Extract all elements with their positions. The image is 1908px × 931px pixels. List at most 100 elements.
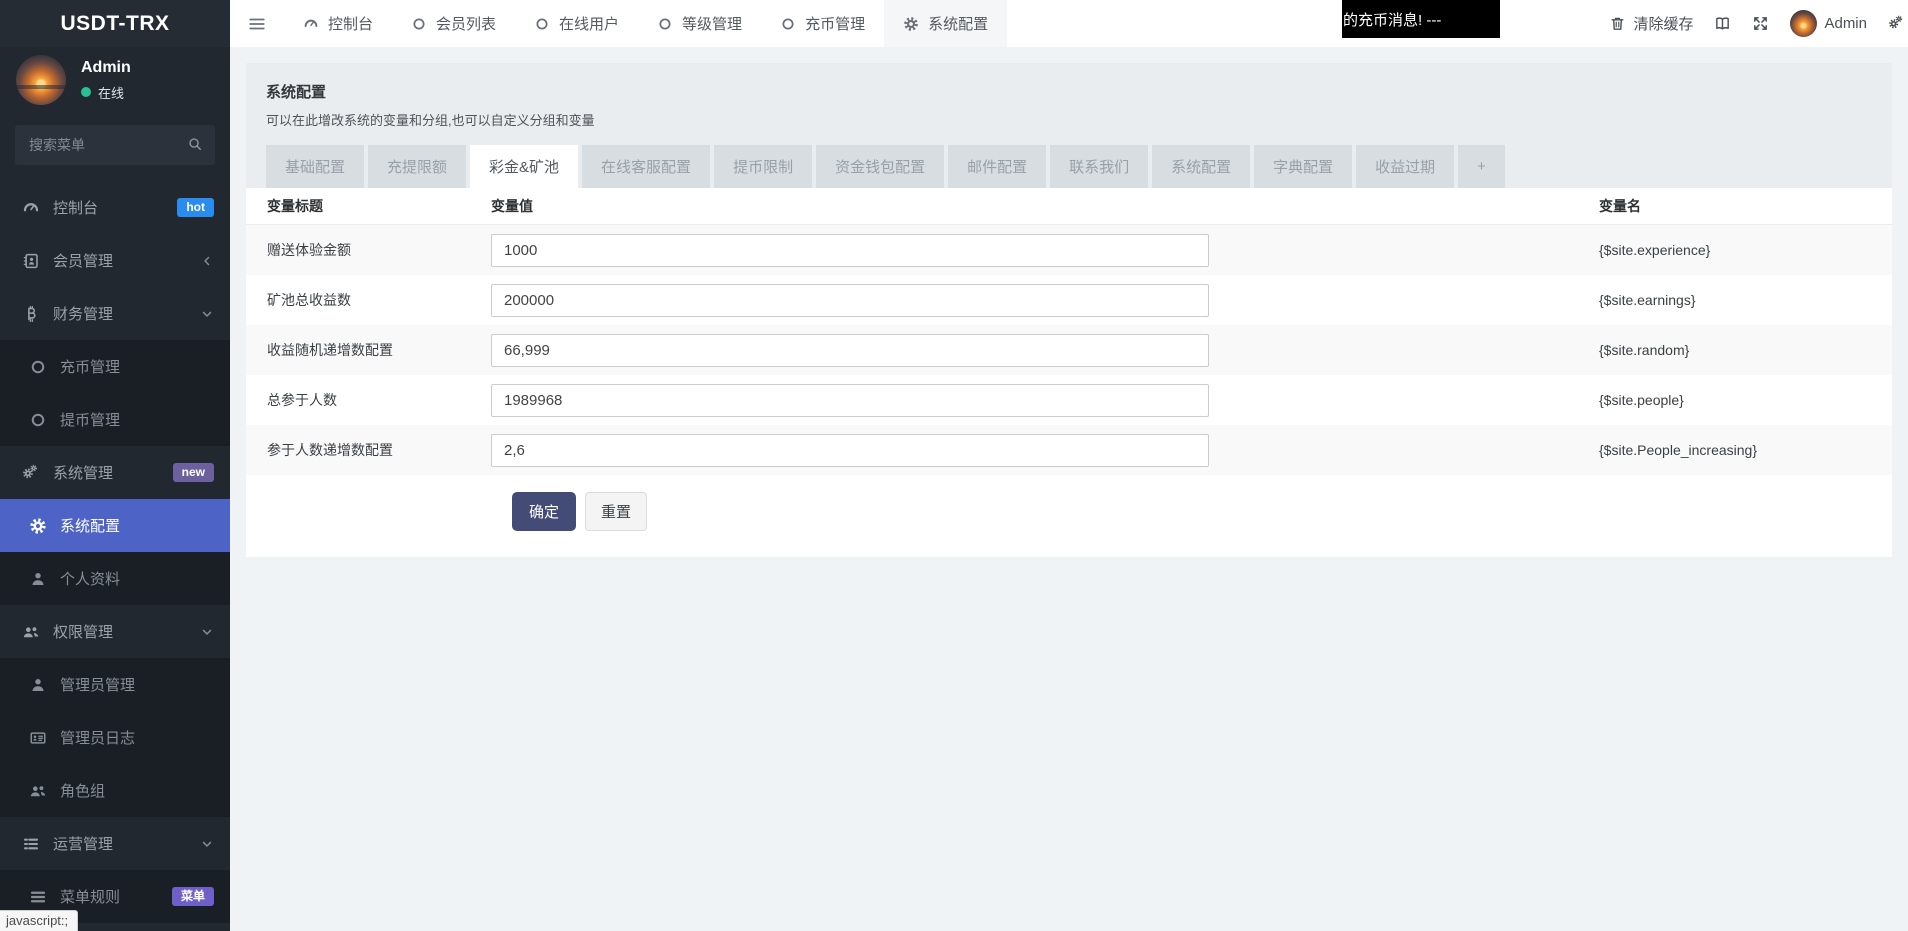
sidebar-item-admin-management[interactable]: 管理员管理 [0, 658, 230, 711]
page-content: 系统配置 可以在此增改系统的变量和分组,也可以自定义分组和变量 基础配置充提限额… [230, 47, 1908, 573]
config-tab[interactable]: 提币限制 [714, 145, 812, 188]
sidebar-item-deposit-management[interactable]: 充币管理 [0, 340, 230, 393]
sidebar-item-label: 控制台 [53, 197, 98, 218]
user-icon [29, 676, 47, 694]
config-tab[interactable]: 邮件配置 [948, 145, 1046, 188]
nav-tab-level-management[interactable]: 等级管理 [638, 0, 761, 47]
nav-tab-member-list[interactable]: 会员列表 [392, 0, 515, 47]
user-name: Admin [81, 59, 131, 77]
trash-icon [1609, 15, 1626, 32]
add-tab-button[interactable]: + [1458, 145, 1505, 188]
sidebar-item-withdraw-management[interactable]: 提币管理 [0, 393, 230, 446]
bars-icon [29, 888, 47, 906]
sidebar-item-dashboard[interactable]: 控制台 hot [0, 181, 230, 234]
nav-tab-label: 等级管理 [682, 13, 742, 34]
hamburger-icon [248, 15, 266, 33]
sidebar-item-label: 运营管理 [53, 833, 113, 854]
circle-icon [411, 16, 427, 32]
language-icon [1714, 15, 1731, 32]
search-input[interactable] [15, 125, 215, 165]
variable-name: {$site.experience} [1599, 242, 1892, 258]
chevron-down-icon [200, 837, 214, 851]
config-tab[interactable]: 彩金&矿池 [470, 145, 578, 188]
column-header: 变量标题 [246, 196, 491, 216]
config-tab[interactable]: 系统配置 [1152, 145, 1250, 188]
table-row: 总参于人数{$site.people} [246, 375, 1892, 425]
gear-icon [903, 16, 919, 32]
notification-ticker[interactable]: 的充币消息! --- [1342, 0, 1500, 38]
nav-tab-deposit-management[interactable]: 充币管理 [761, 0, 884, 47]
config-tab[interactable]: 资金钱包配置 [816, 145, 944, 188]
app-root: USDT-TRX Admin 在线 控制台hot会员管理财务管理充币管理提币管理… [0, 0, 1908, 931]
nav-tab-online-users[interactable]: 在线用户 [515, 0, 638, 47]
sidebar-item-label: 角色组 [60, 780, 105, 801]
config-tab[interactable]: 字典配置 [1254, 145, 1352, 188]
status-badge: new [173, 463, 214, 482]
submit-button[interactable]: 确定 [512, 492, 576, 531]
variable-value-input[interactable] [491, 334, 1209, 367]
users-icon [29, 782, 47, 800]
variable-value-input[interactable] [491, 284, 1209, 317]
fullscreen-button[interactable] [1752, 15, 1769, 32]
sidebar-toggle-button[interactable] [230, 0, 284, 47]
variable-title: 收益随机递增数配置 [246, 340, 491, 360]
sidebar-item-role-group[interactable]: 角色组 [0, 764, 230, 817]
reset-button[interactable]: 重置 [585, 492, 647, 531]
variable-name: {$site.people} [1599, 392, 1892, 408]
sidebar-item-admin-log[interactable]: 管理员日志 [0, 711, 230, 764]
status-badge: hot [177, 198, 214, 217]
users-icon [22, 623, 40, 641]
nav-tab-label: 会员列表 [436, 13, 496, 34]
settings-button[interactable] [1888, 15, 1905, 32]
user-icon [29, 570, 47, 588]
config-tab[interactable]: 联系我们 [1050, 145, 1148, 188]
sidebar-item-label: 充币管理 [60, 356, 120, 377]
sidebar-item-system-config[interactable]: 系统配置 [0, 499, 230, 552]
sidebar-item-member-management[interactable]: 会员管理 [0, 234, 230, 287]
fullscreen-icon [1752, 15, 1769, 32]
chevron-down-icon [200, 307, 214, 321]
user-status: 在线 [81, 83, 131, 102]
avatar[interactable] [16, 55, 66, 105]
config-tab[interactable]: 收益过期 [1356, 145, 1454, 188]
circle-icon [29, 411, 47, 429]
nav-tab-dashboard[interactable]: 控制台 [284, 0, 392, 47]
sidebar-menu: 控制台 hot 会员管理财务管理充币管理提币管理系统管理new 系统配置个人资料权限管… [0, 181, 230, 923]
gears-icon [22, 464, 40, 482]
page-subtitle: 可以在此增改系统的变量和分组,也可以自定义分组和变量 [266, 110, 1872, 129]
profile-menu[interactable]: Admin [1790, 10, 1867, 37]
search-icon [187, 136, 203, 152]
sidebar-item-operation-management[interactable]: 运营管理 [0, 817, 230, 870]
table-row: 矿池总收益数{$site.earnings} [246, 275, 1892, 325]
page-title: 系统配置 [266, 81, 1872, 102]
sidebar-item-label: 管理员管理 [60, 674, 135, 695]
language-button[interactable] [1714, 15, 1731, 32]
config-tabs: 基础配置充提限额彩金&矿池在线客服配置提币限制资金钱包配置邮件配置联系我们系统配… [266, 145, 1872, 188]
clear-cache-button[interactable]: 清除缓存 [1609, 13, 1693, 34]
gears-icon [1888, 15, 1905, 32]
clear-cache-label: 清除缓存 [1633, 13, 1693, 34]
circle-icon [29, 358, 47, 376]
nav-tab-label: 充币管理 [805, 13, 865, 34]
sidebar-item-system-management[interactable]: 系统管理new [0, 446, 230, 499]
sidebar-item-finance-management[interactable]: 财务管理 [0, 287, 230, 340]
variable-value-input[interactable] [491, 434, 1209, 467]
sidebar-item-permission-management[interactable]: 权限管理 [0, 605, 230, 658]
sidebar-item-label: 管理员日志 [60, 727, 135, 748]
variable-value-input[interactable] [491, 234, 1209, 267]
nav-tab-system-config[interactable]: 系统配置 [884, 0, 1007, 47]
config-tab[interactable]: 在线客服配置 [582, 145, 710, 188]
variable-value-input[interactable] [491, 384, 1209, 417]
sidebar-item-profile[interactable]: 个人资料 [0, 552, 230, 605]
top-navbar: 控制台会员列表在线用户等级管理充币管理系统配置 的充币消息! --- 清除缓存 … [230, 0, 1908, 47]
app-logo: USDT-TRX [0, 0, 230, 47]
sidebar-item-label: 菜单规则 [60, 886, 120, 907]
config-tab[interactable]: 基础配置 [266, 145, 364, 188]
table-row: 赠送体验金额{$site.experience} [246, 225, 1892, 275]
sidebar-item-label: 系统配置 [60, 515, 120, 536]
variable-title: 参于人数递增数配置 [246, 440, 491, 460]
variable-name: {$site.random} [1599, 342, 1892, 358]
config-tab[interactable]: 充提限额 [368, 145, 466, 188]
bitcoin-icon [22, 305, 40, 323]
status-badge: 菜单 [172, 887, 214, 906]
